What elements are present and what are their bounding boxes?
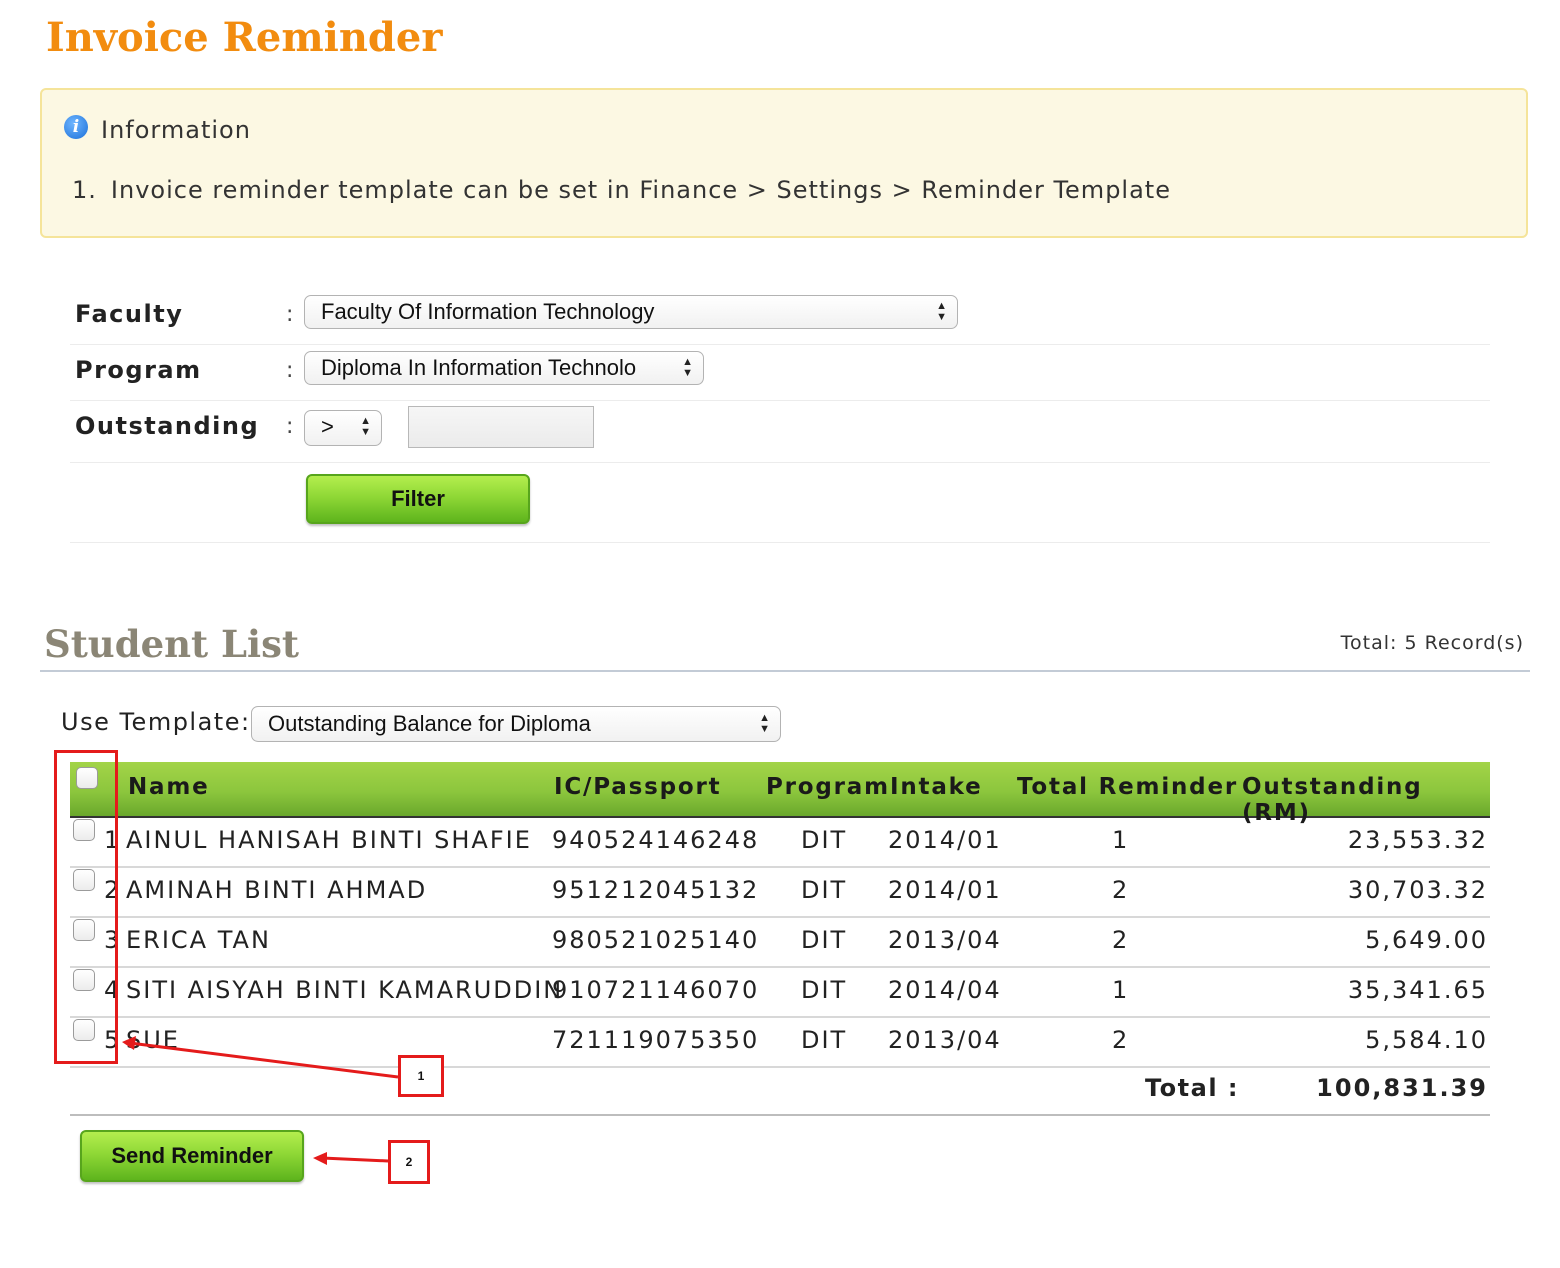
annotation-arrows <box>122 1036 399 1165</box>
annotation-arrow-1 <box>129 1041 399 1079</box>
arrowhead-icon <box>122 1036 136 1050</box>
annotation-arrow-2 <box>321 1156 389 1163</box>
arrowhead-icon <box>313 1152 327 1165</box>
annotation-callout-2: 2 <box>388 1140 430 1184</box>
annotation-callout-1: 1 <box>398 1055 444 1097</box>
